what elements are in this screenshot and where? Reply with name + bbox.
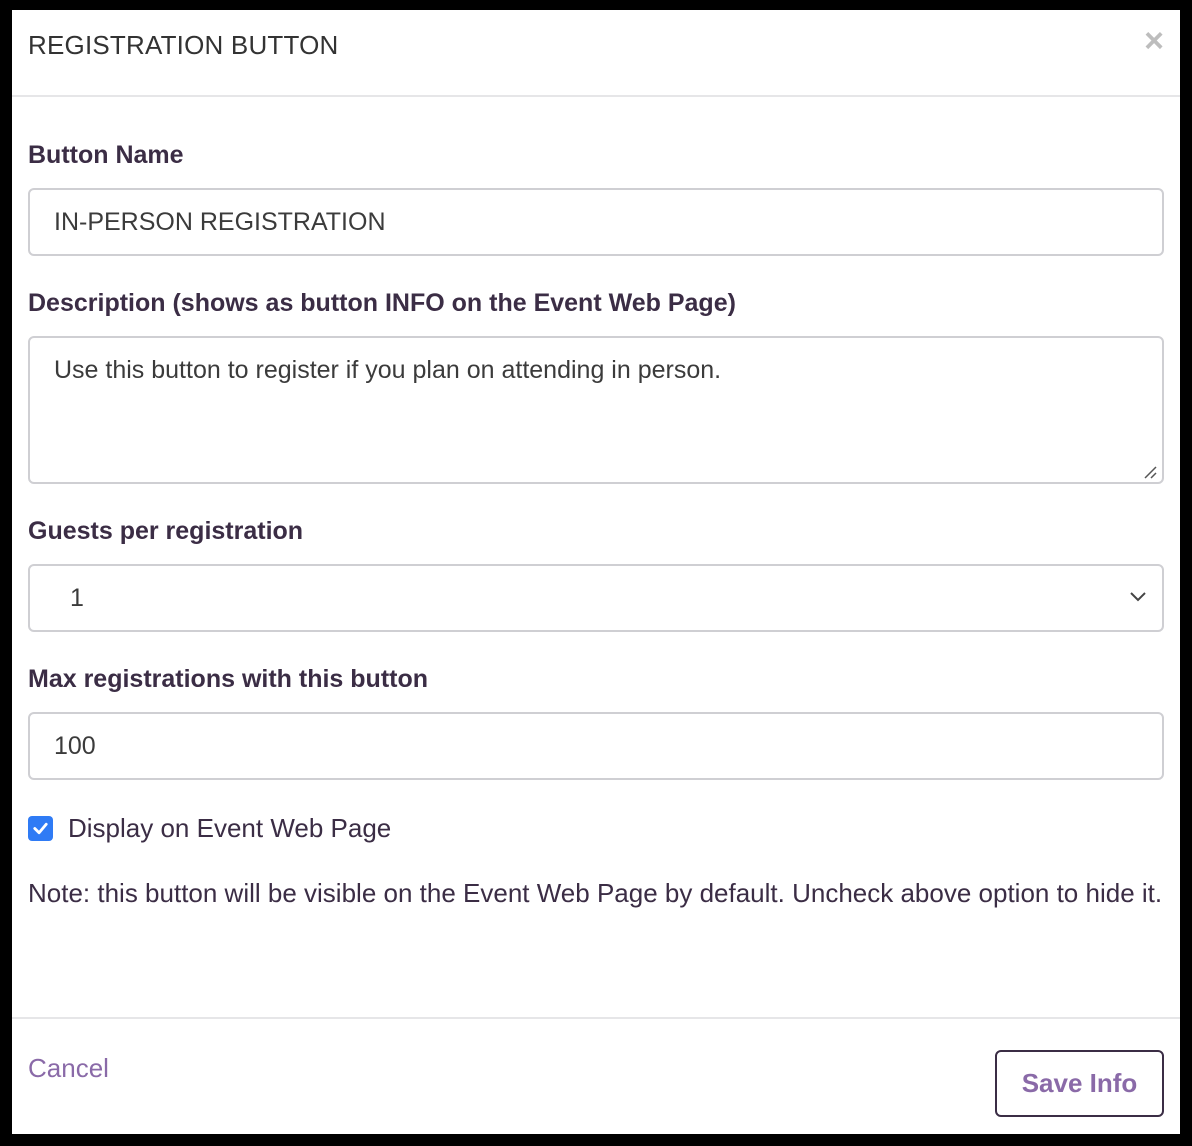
guests-select[interactable]: 1	[28, 564, 1164, 632]
max-registrations-label: Max registrations with this button	[28, 665, 429, 693]
max-registrations-input[interactable]	[28, 712, 1164, 780]
resize-grip-icon[interactable]	[1142, 464, 1158, 480]
save-info-button[interactable]: Save Info	[995, 1050, 1164, 1117]
chevron-down-icon	[1130, 592, 1146, 602]
guests-label: Guests per registration	[28, 517, 304, 545]
registration-button-modal: REGISTRATION BUTTON × Button Name Descri…	[12, 10, 1180, 1134]
description-label: Description (shows as button INFO on the…	[28, 289, 736, 317]
close-icon[interactable]: ×	[1144, 24, 1164, 58]
check-icon	[33, 822, 48, 835]
display-on-event-page-label: Display on Event Web Page	[68, 813, 392, 843]
description-textarea[interactable]: Use this button to register if you plan …	[28, 336, 1164, 484]
button-name-input[interactable]	[28, 188, 1164, 256]
guests-select-value: 1	[70, 583, 84, 612]
cancel-link[interactable]: Cancel	[28, 1053, 109, 1084]
modal-title: REGISTRATION BUTTON	[28, 30, 339, 60]
display-on-event-page-option[interactable]: Display on Event Web Page	[28, 813, 391, 844]
visibility-note: Note: this button will be visible on the…	[28, 878, 1163, 908]
modal-header: REGISTRATION BUTTON ×	[12, 10, 1180, 97]
modal-footer: Cancel Save Info	[12, 1017, 1180, 1134]
button-name-label: Button Name	[28, 141, 184, 169]
display-on-event-page-checkbox[interactable]	[28, 816, 53, 841]
